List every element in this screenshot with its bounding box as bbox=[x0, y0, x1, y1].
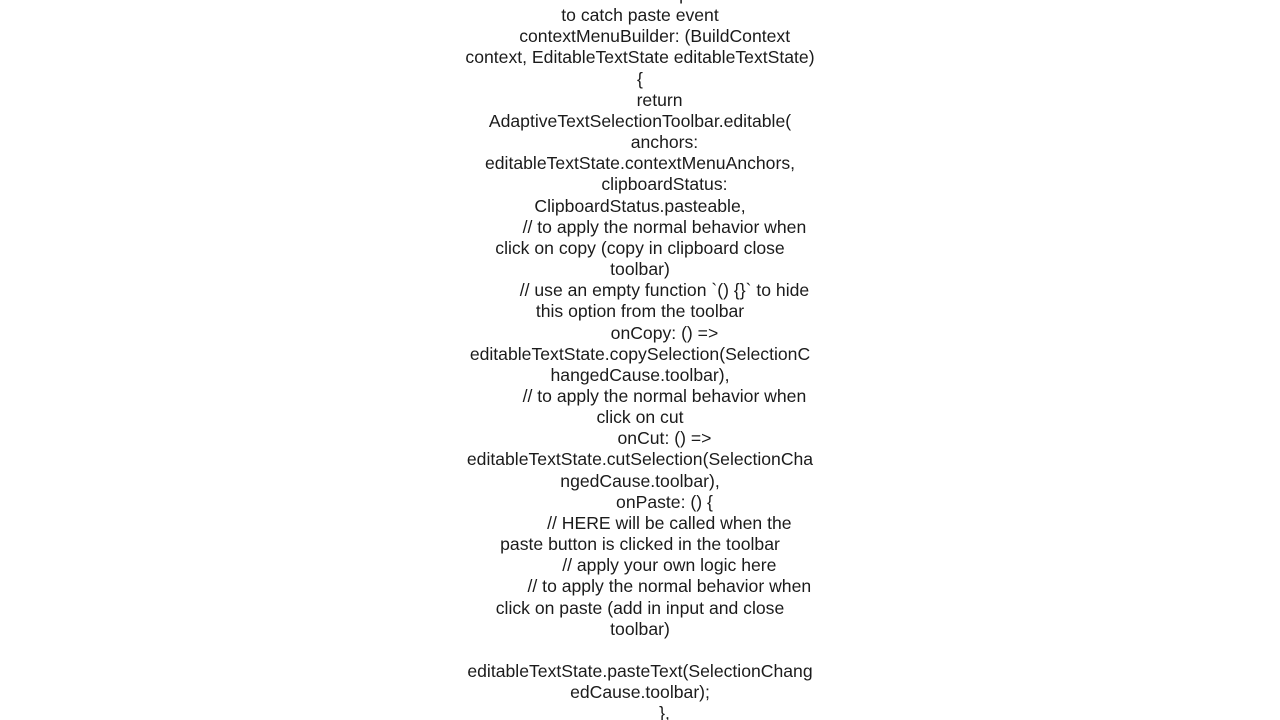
page-root: // override the default input action too… bbox=[0, 0, 1280, 720]
code-snippet-text: // override the default input action too… bbox=[465, 0, 815, 720]
